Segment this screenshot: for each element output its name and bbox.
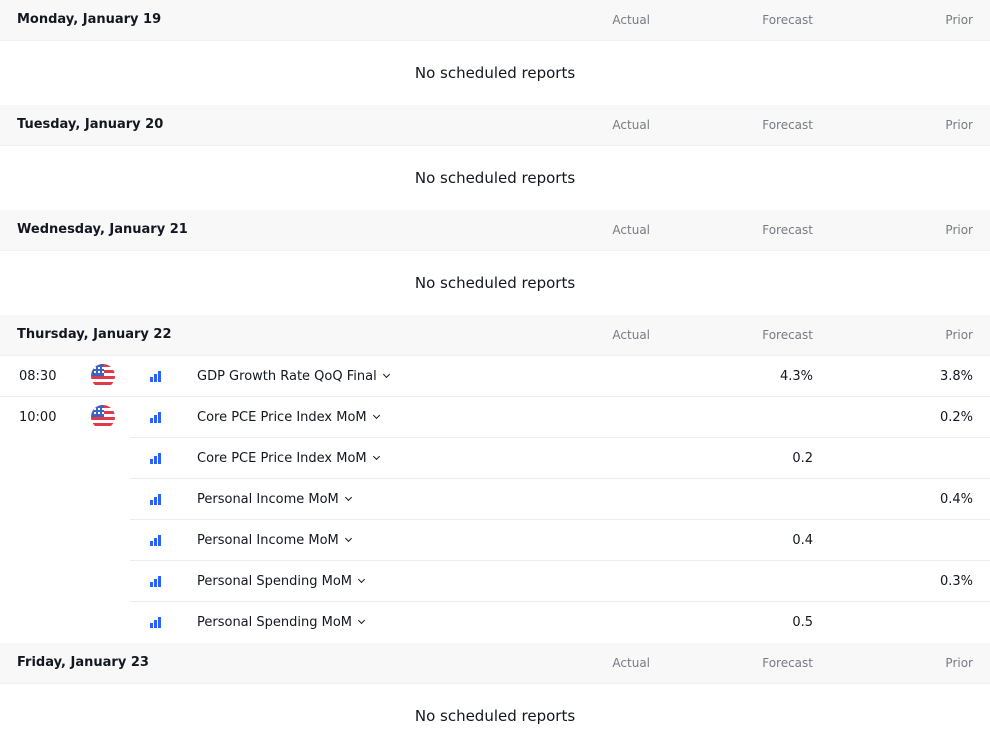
event-prior: 0.4% — [939, 492, 973, 507]
event-forecast: 0.2 — [792, 451, 813, 466]
column-label-prior: Prior — [945, 13, 973, 27]
event-name-label: Personal Income MoM — [197, 533, 339, 548]
no-reports-message: No scheduled reports — [414, 64, 576, 82]
day-header: Friday, January 23 Actual Forecast Prior — [0, 643, 990, 684]
event-name-label: Personal Spending MoM — [197, 574, 353, 589]
no-reports-message: No scheduled reports — [414, 707, 576, 725]
us-flag-icon — [91, 364, 115, 388]
chevron-down-icon[interactable] — [344, 534, 352, 543]
event-name[interactable]: Personal Spending MoM — [197, 561, 366, 602]
day-header: Tuesday, January 20 Actual Forecast Prio… — [0, 105, 990, 146]
day-header: Wednesday, January 21 Actual Forecast Pr… — [0, 210, 990, 251]
chevron-down-icon[interactable] — [372, 452, 380, 461]
importance-bars-icon — [150, 412, 161, 423]
event-row[interactable]: Personal Spending MoM 0.3% — [0, 561, 990, 602]
day-header: Monday, January 19 Actual Forecast Prior — [0, 0, 990, 41]
event-name[interactable]: Core PCE Price Index MoM — [197, 438, 380, 479]
importance-bars-icon — [150, 494, 161, 505]
no-reports-message: No scheduled reports — [414, 169, 576, 187]
event-row[interactable]: Personal Spending MoM 0.5 — [0, 602, 990, 643]
column-label-actual: Actual — [612, 656, 650, 670]
chevron-down-icon[interactable] — [344, 493, 352, 502]
event-name-label: Personal Spending MoM — [197, 615, 353, 630]
importance-bars-icon — [150, 576, 161, 587]
column-label-actual: Actual — [612, 118, 650, 132]
column-label-actual: Actual — [612, 13, 650, 27]
event-name[interactable]: GDP Growth Rate QoQ Final — [197, 356, 390, 397]
column-label-forecast: Forecast — [762, 13, 813, 27]
importance-bars-icon — [150, 617, 161, 628]
event-time: 10:00 — [19, 410, 57, 425]
chevron-down-icon[interactable] — [357, 575, 366, 584]
event-row[interactable]: Core PCE Price Index MoM 0.2 — [0, 438, 990, 479]
column-label-actual: Actual — [612, 328, 650, 342]
day-header: Thursday, January 22 Actual Forecast Pri… — [0, 315, 990, 356]
day-title: Tuesday, January 20 — [17, 117, 164, 132]
column-label-prior: Prior — [945, 118, 973, 132]
event-row[interactable]: 08:30 GDP Growth Rate QoQ Final 4.3% 3.8… — [0, 356, 990, 397]
event-name[interactable]: Core PCE Price Index MoM — [197, 397, 380, 438]
chevron-down-icon[interactable] — [382, 370, 390, 379]
event-row[interactable]: Personal Income MoM 0.4 — [0, 520, 990, 561]
day-title: Monday, January 19 — [17, 12, 162, 27]
day-title: Thursday, January 22 — [17, 327, 172, 342]
event-name[interactable]: Personal Income MoM — [197, 520, 352, 561]
no-reports-message: No scheduled reports — [414, 274, 576, 292]
event-row[interactable]: Personal Income MoM 0.4% — [0, 479, 990, 520]
event-time: 08:30 — [19, 369, 57, 384]
column-label-actual: Actual — [612, 223, 650, 237]
event-forecast: 4.3% — [779, 369, 813, 384]
chevron-down-icon[interactable] — [357, 616, 366, 625]
event-name-label: Core PCE Price Index MoM — [197, 451, 367, 466]
column-label-forecast: Forecast — [762, 118, 813, 132]
column-label-forecast: Forecast — [762, 328, 813, 342]
day-title: Wednesday, January 21 — [17, 222, 188, 237]
event-name-label: GDP Growth Rate QoQ Final — [197, 369, 377, 384]
column-label-prior: Prior — [945, 328, 973, 342]
event-row[interactable]: 10:00 Core PCE Price Index MoM 0.2% — [0, 397, 990, 438]
column-label-prior: Prior — [945, 656, 973, 670]
economic-calendar: Monday, January 19 Actual Forecast Prior… — [0, 0, 990, 748]
event-name[interactable]: Personal Spending MoM — [197, 602, 366, 643]
column-label-forecast: Forecast — [762, 656, 813, 670]
event-name[interactable]: Personal Income MoM — [197, 479, 352, 520]
day-title: Friday, January 23 — [17, 655, 149, 670]
chevron-down-icon[interactable] — [372, 411, 380, 420]
event-prior: 3.8% — [939, 369, 973, 384]
column-label-forecast: Forecast — [762, 223, 813, 237]
event-name-label: Core PCE Price Index MoM — [197, 410, 367, 425]
importance-bars-icon — [150, 371, 161, 382]
event-prior: 0.3% — [939, 574, 973, 589]
event-prior: 0.2% — [939, 410, 973, 425]
event-name-label: Personal Income MoM — [197, 492, 339, 507]
event-forecast: 0.4 — [792, 533, 813, 548]
column-label-prior: Prior — [945, 223, 973, 237]
event-forecast: 0.5 — [792, 615, 813, 630]
importance-bars-icon — [150, 453, 161, 464]
importance-bars-icon — [150, 535, 161, 546]
us-flag-icon — [91, 405, 115, 429]
